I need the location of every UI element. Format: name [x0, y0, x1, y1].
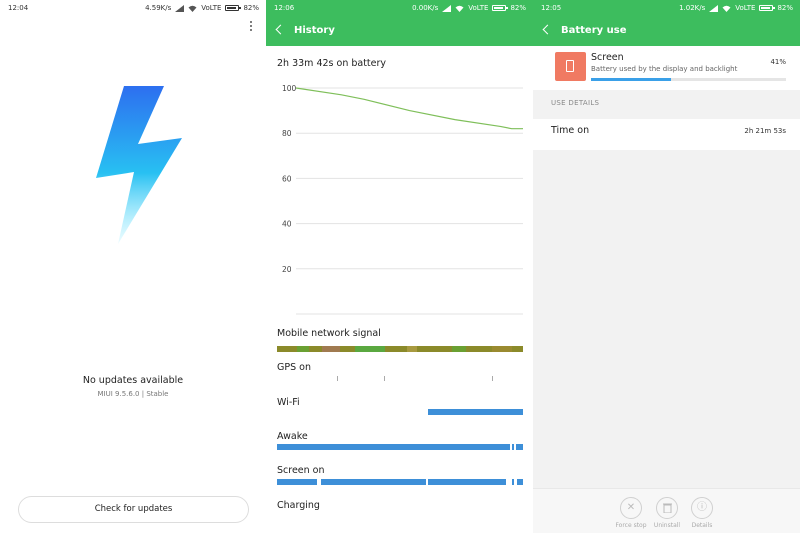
page-title: History: [294, 25, 335, 36]
awake-track: [277, 444, 523, 450]
use-details-heading: USE DETAILS: [551, 99, 600, 107]
battery-duration: 2h 33m 42s on battery: [277, 58, 387, 69]
time-on-label: Time on: [551, 125, 590, 136]
usage-item-subtitle: Battery used by the display and backligh…: [591, 65, 738, 73]
track-label-gps: GPS on: [277, 362, 311, 373]
battery-use-header: 12:05 1.02K/s VoLTE 82% Battery use: [533, 0, 800, 46]
usage-progress-track: [591, 78, 786, 81]
network-type: VoLTE: [468, 4, 489, 12]
wifi-icon: [722, 5, 731, 12]
force-stop-button[interactable]: ✕ Force stop: [611, 497, 651, 529]
status-time: 12:05: [541, 4, 562, 12]
screen-icon: [555, 52, 586, 81]
details-button[interactable]: ⓘ Details: [682, 497, 722, 529]
y-tick-label: 20: [282, 265, 292, 274]
gps-track: [337, 376, 493, 381]
network-type: VoLTE: [201, 4, 222, 12]
track-label-charging: Charging: [277, 500, 320, 511]
miui-version: MIUI 9.5.6.0 | Stable: [97, 390, 169, 398]
close-icon: ✕: [620, 497, 642, 519]
battery-icon: [225, 5, 242, 11]
wifi-icon: [188, 5, 197, 12]
status-time: 12:06: [274, 4, 295, 12]
mobile-signal-track: [277, 346, 523, 352]
force-stop-label: Force stop: [615, 522, 647, 529]
status-bar: 12:04 4.59K/s VoLTE 82%: [0, 0, 266, 16]
usage-item-title: Screen: [591, 52, 624, 63]
details-label: Details: [691, 522, 713, 529]
network-speed: 0.00K/s: [412, 4, 439, 12]
usage-percent: 41%: [770, 58, 786, 66]
battery-use-screen: 12:05 1.02K/s VoLTE 82% Battery use Scre…: [533, 0, 800, 533]
battery-percent: 82%: [777, 4, 793, 12]
status-time: 12:04: [8, 4, 29, 12]
updater-screen: 12:04 4.59K/s VoLTE 82% No updates avail…: [0, 0, 266, 533]
uninstall-button[interactable]: Uninstall: [647, 497, 687, 529]
battery-icon: [492, 5, 509, 11]
track-label-awake: Awake: [277, 431, 308, 442]
wifi-icon: [455, 5, 464, 12]
y-tick-label: 80: [282, 129, 292, 138]
back-arrow-icon[interactable]: [542, 24, 553, 35]
battery-percent: 82%: [510, 4, 526, 12]
update-status-title: No updates available: [82, 375, 184, 386]
battery-level-chart: 100 80 60 40 20: [282, 84, 523, 315]
usage-progress-fill: [591, 78, 671, 81]
y-tick-label: 40: [282, 220, 292, 229]
info-icon: ⓘ: [691, 497, 713, 519]
status-bar: 12:05 1.02K/s VoLTE 82%: [533, 0, 800, 16]
y-tick-label: 60: [282, 174, 292, 183]
signal-icon: [175, 4, 185, 12]
network-speed: 1.02K/s: [679, 4, 706, 12]
page-title: Battery use: [561, 25, 627, 36]
back-arrow-icon[interactable]: [275, 24, 286, 35]
signal-icon: [709, 4, 719, 12]
wifi-track: [428, 409, 523, 415]
screen-on-track: [277, 479, 523, 485]
screen-usage-item[interactable]: Screen Battery used by the display and b…: [533, 46, 800, 90]
uninstall-label: Uninstall: [653, 522, 681, 529]
empty-area: [533, 150, 800, 488]
signal-icon: [442, 4, 452, 12]
battery-level-line: [295, 87, 523, 130]
battery-icon: [759, 5, 776, 11]
lightning-bolt-icon: [94, 86, 186, 250]
check-for-updates-button[interactable]: Check for updates: [18, 496, 249, 523]
action-bar: ✕ Force stop Uninstall ⓘ Details: [533, 488, 800, 533]
time-on-value: 2h 21m 53s: [744, 127, 786, 135]
more-options-icon[interactable]: [249, 21, 253, 33]
battery-history-screen: 12:06 0.00K/s VoLTE 82% History 2h 33m 4…: [266, 0, 533, 533]
status-bar: 12:06 0.00K/s VoLTE 82%: [266, 0, 533, 16]
network-type: VoLTE: [735, 4, 756, 12]
track-label-mobile-signal: Mobile network signal: [277, 328, 381, 339]
network-speed: 4.59K/s: [145, 4, 172, 12]
track-label-screen-on: Screen on: [277, 465, 325, 476]
trash-icon: [656, 497, 678, 519]
battery-percent: 82%: [243, 4, 259, 12]
history-header: 12:06 0.00K/s VoLTE 82% History: [266, 0, 533, 46]
track-label-wifi: Wi-Fi: [277, 397, 300, 408]
y-tick-label: 100: [282, 84, 297, 93]
